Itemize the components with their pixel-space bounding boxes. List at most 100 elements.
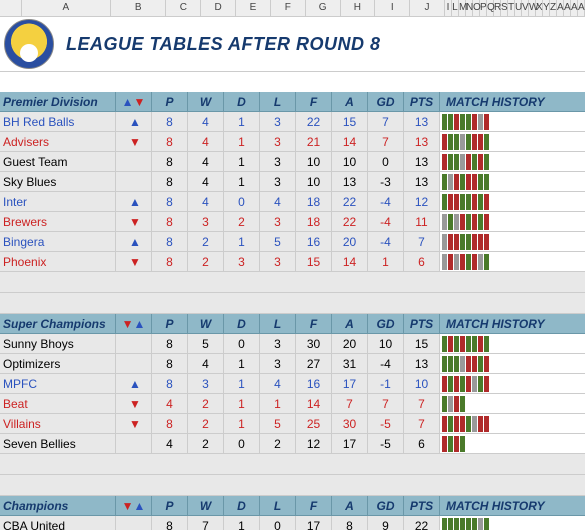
col-header[interactable]: R [494,0,501,16]
stat-cell: 15 [404,334,440,354]
stat-cell: 17 [296,516,332,530]
col-header[interactable]: E [236,0,271,16]
stat-cell: 1 [224,354,260,374]
col-header[interactable]: M [459,0,466,16]
result-W [466,254,471,270]
stat-header: D [224,314,260,334]
col-header[interactable]: A [22,0,111,16]
stat-cell: 3 [224,252,260,272]
result-L [478,234,483,250]
col-header[interactable]: Z [550,0,557,16]
stat-cell: 1 [224,516,260,530]
stat-cell: 2 [260,434,296,454]
table-row[interactable]: Seven Bellies42021217-56 [0,434,585,454]
result-W [454,356,459,372]
stat-cell: 4 [188,354,224,374]
col-header[interactable]: G [306,0,341,16]
col-header[interactable]: X [536,0,543,16]
result-W [448,436,453,452]
table-row[interactable]: Phoenix▼8233151416 [0,252,585,272]
col-header[interactable]: T [508,0,515,16]
stat-cell: 15 [332,112,368,132]
table-row[interactable]: Villains▼82152530-57 [0,414,585,434]
table-row[interactable]: BH Red Balls▲84132215713 [0,112,585,132]
stat-cell: 3 [188,374,224,394]
stat-cell: 14 [332,252,368,272]
result-W [466,416,471,432]
movement-arrow: ▲ [116,112,152,132]
col-header[interactable]: P [480,0,487,16]
col-header[interactable]: N [466,0,473,16]
col-header[interactable]: A [578,0,585,16]
col-header[interactable]: O [473,0,480,16]
stat-cell: 22 [296,112,332,132]
table-row[interactable]: Bingera▲82151620-47 [0,232,585,252]
result-W [460,518,465,530]
result-L [442,154,447,170]
stat-cell: -3 [368,172,404,192]
team-name: Optimizers [0,354,116,374]
result-D [454,254,459,270]
result-W [442,336,447,352]
stat-header: A [332,314,368,334]
result-L [478,416,483,432]
result-W [442,194,447,210]
stat-cell: 8 [152,354,188,374]
table-row[interactable]: Sky Blues84131013-313 [0,172,585,192]
movement-arrow: ▼ [116,252,152,272]
stat-header: P [152,496,188,516]
spreadsheet-view: A B C D E F G H I J ILMNOPQRSTUVWXYZAAAA… [0,0,585,530]
result-D [454,214,459,230]
table-row[interactable]: Guest Team84131010013 [0,152,585,172]
table-row[interactable]: Sunny Bhoys850330201015 [0,334,585,354]
col-header[interactable]: U [515,0,522,16]
section-name: Champions Division [0,496,116,516]
col-header[interactable]: B [111,0,166,16]
stat-cell: 30 [296,334,332,354]
table-row[interactable]: CBA United8710178922 [0,516,585,530]
result-W [454,154,459,170]
col-header[interactable]: Y [543,0,550,16]
stat-cell: 12 [404,192,440,212]
stat-cell: 0 [224,334,260,354]
stat-header: D [224,92,260,112]
col-header[interactable]: A [557,0,564,16]
result-W [442,356,447,372]
col-header[interactable]: L [452,0,459,16]
col-header[interactable]: I [375,0,410,16]
movement-arrow: ▲ [116,232,152,252]
col-header[interactable]: C [166,0,201,16]
col-header[interactable]: I [445,0,452,16]
table-row[interactable]: Brewers▼83231822-411 [0,212,585,232]
col-header[interactable]: D [201,0,236,16]
stat-cell: 13 [332,172,368,192]
col-header[interactable]: V [522,0,529,16]
col-header[interactable]: W [529,0,536,16]
col-header[interactable]: A [571,0,578,16]
stat-cell: 1 [224,132,260,152]
result-D [472,376,477,392]
col-header[interactable]: H [341,0,376,16]
stat-cell: 22 [332,192,368,212]
result-L [478,154,483,170]
result-W [472,154,477,170]
col-header[interactable]: J [410,0,445,16]
result-L [454,416,459,432]
stat-cell: 7 [368,132,404,152]
col-header[interactable]: F [271,0,306,16]
table-row[interactable]: Optimizers84132731-413 [0,354,585,374]
select-all-corner[interactable] [0,0,22,16]
result-L [466,376,471,392]
table-row[interactable]: Beat▼421114777 [0,394,585,414]
col-header[interactable]: A [564,0,571,16]
stat-cell: 21 [296,132,332,152]
section-header: Super Champions▼▲PWDLFAGDPTSMATCH HISTOR… [0,314,585,334]
table-row[interactable]: Advisers▼84132114713 [0,132,585,152]
table-row[interactable]: MPFC▲83141617-110 [0,374,585,394]
match-history [440,374,585,394]
col-header[interactable]: Q [487,0,494,16]
col-header[interactable]: S [501,0,508,16]
stat-cell: 10 [296,152,332,172]
table-row[interactable]: Inter▲84041822-412 [0,192,585,212]
stat-cell: 10 [332,152,368,172]
